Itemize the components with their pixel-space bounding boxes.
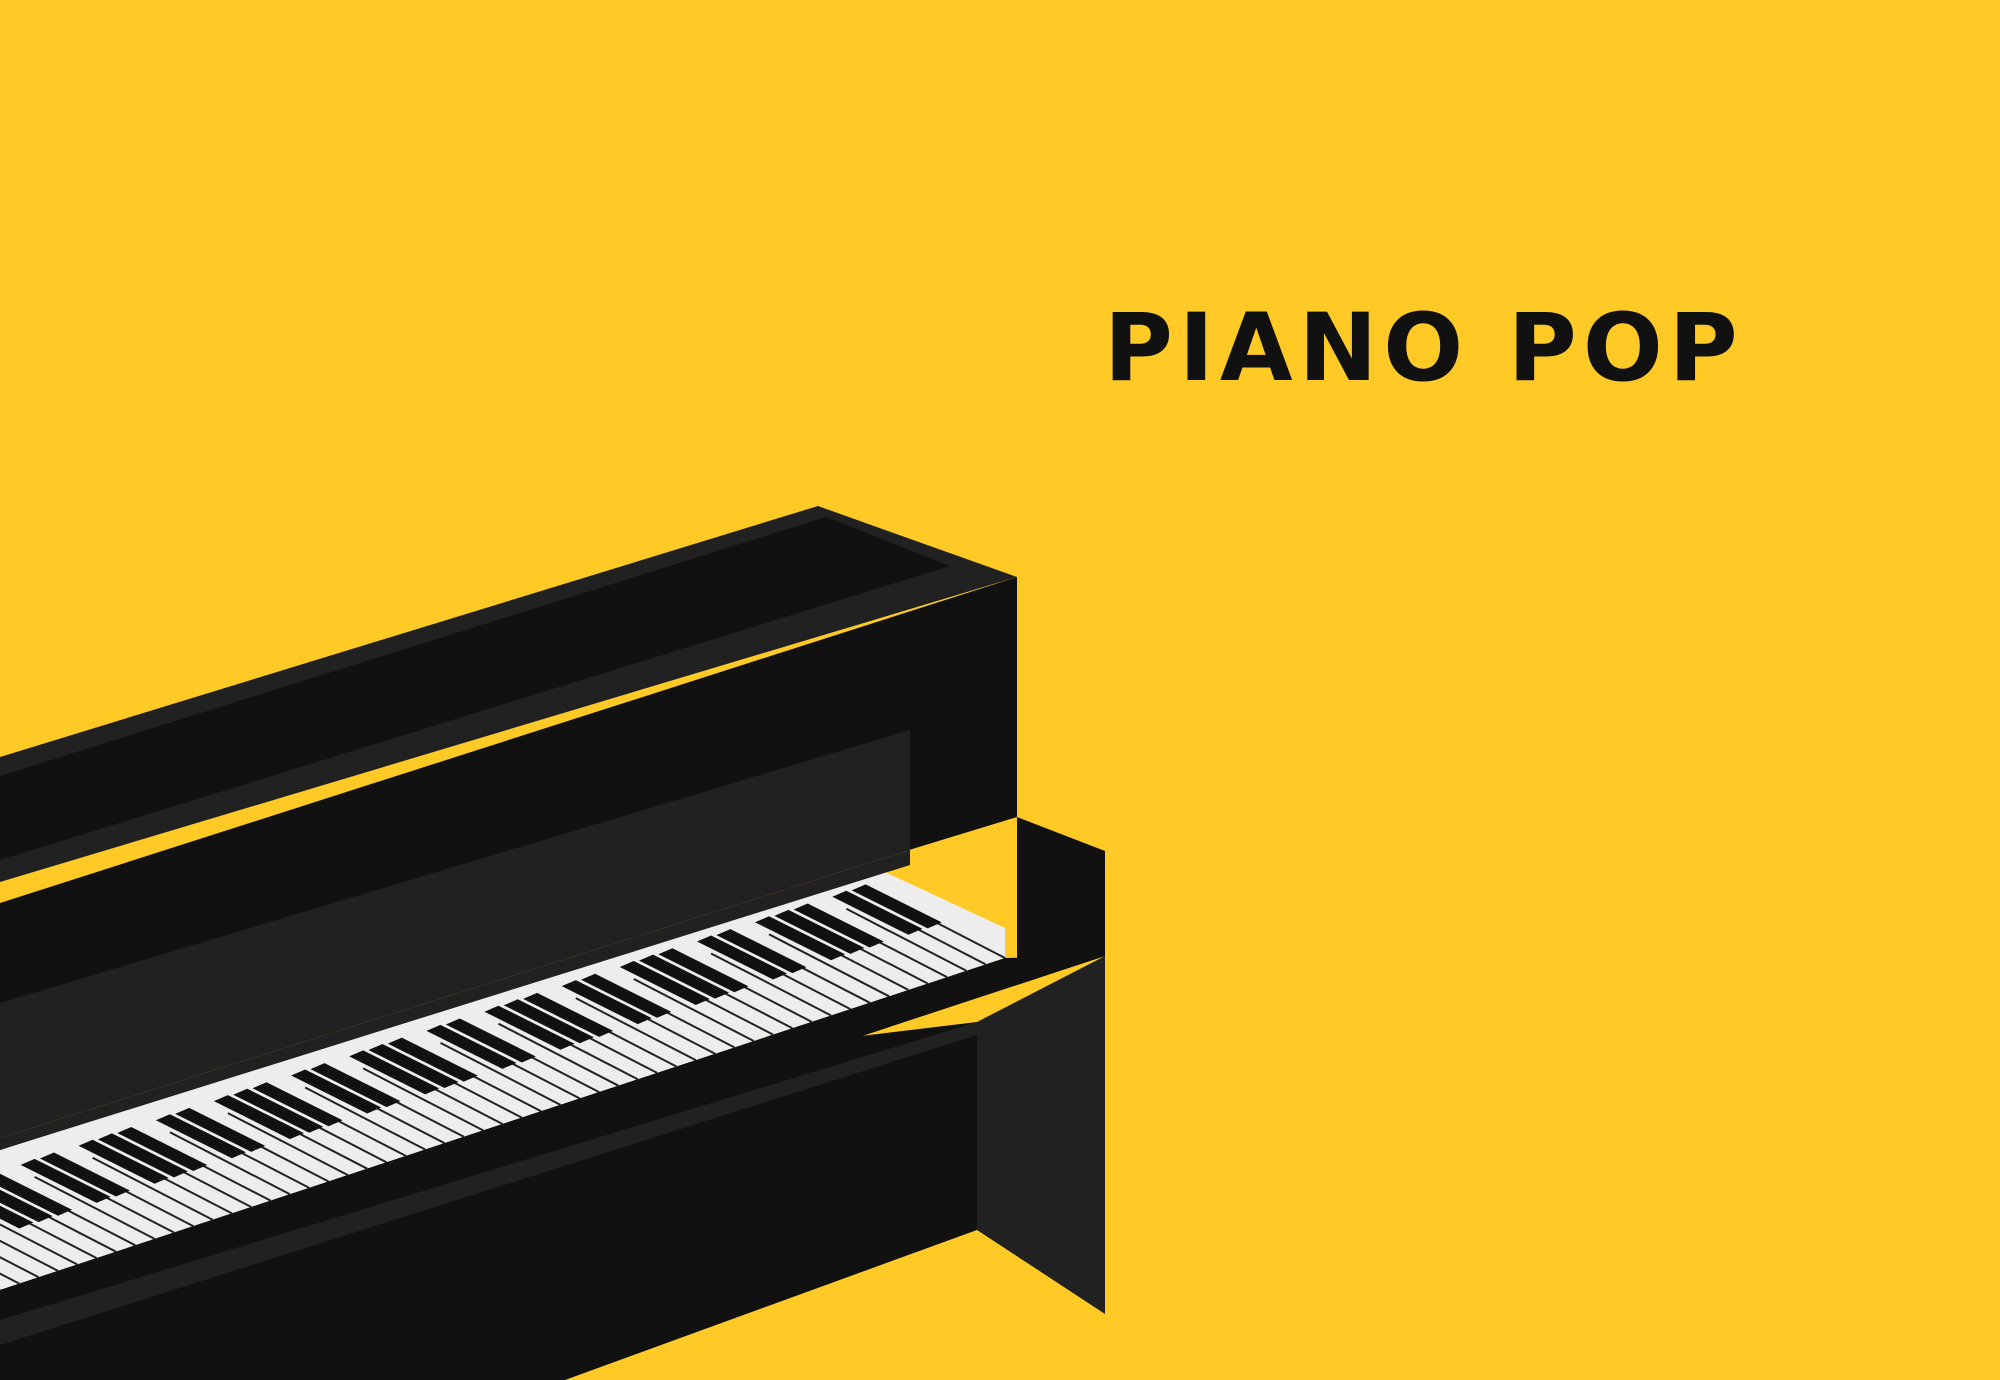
piano-lower-side xyxy=(977,956,1105,1314)
upright-piano-icon xyxy=(0,506,1105,1380)
poster-canvas: PIANO POP xyxy=(0,0,2000,1380)
